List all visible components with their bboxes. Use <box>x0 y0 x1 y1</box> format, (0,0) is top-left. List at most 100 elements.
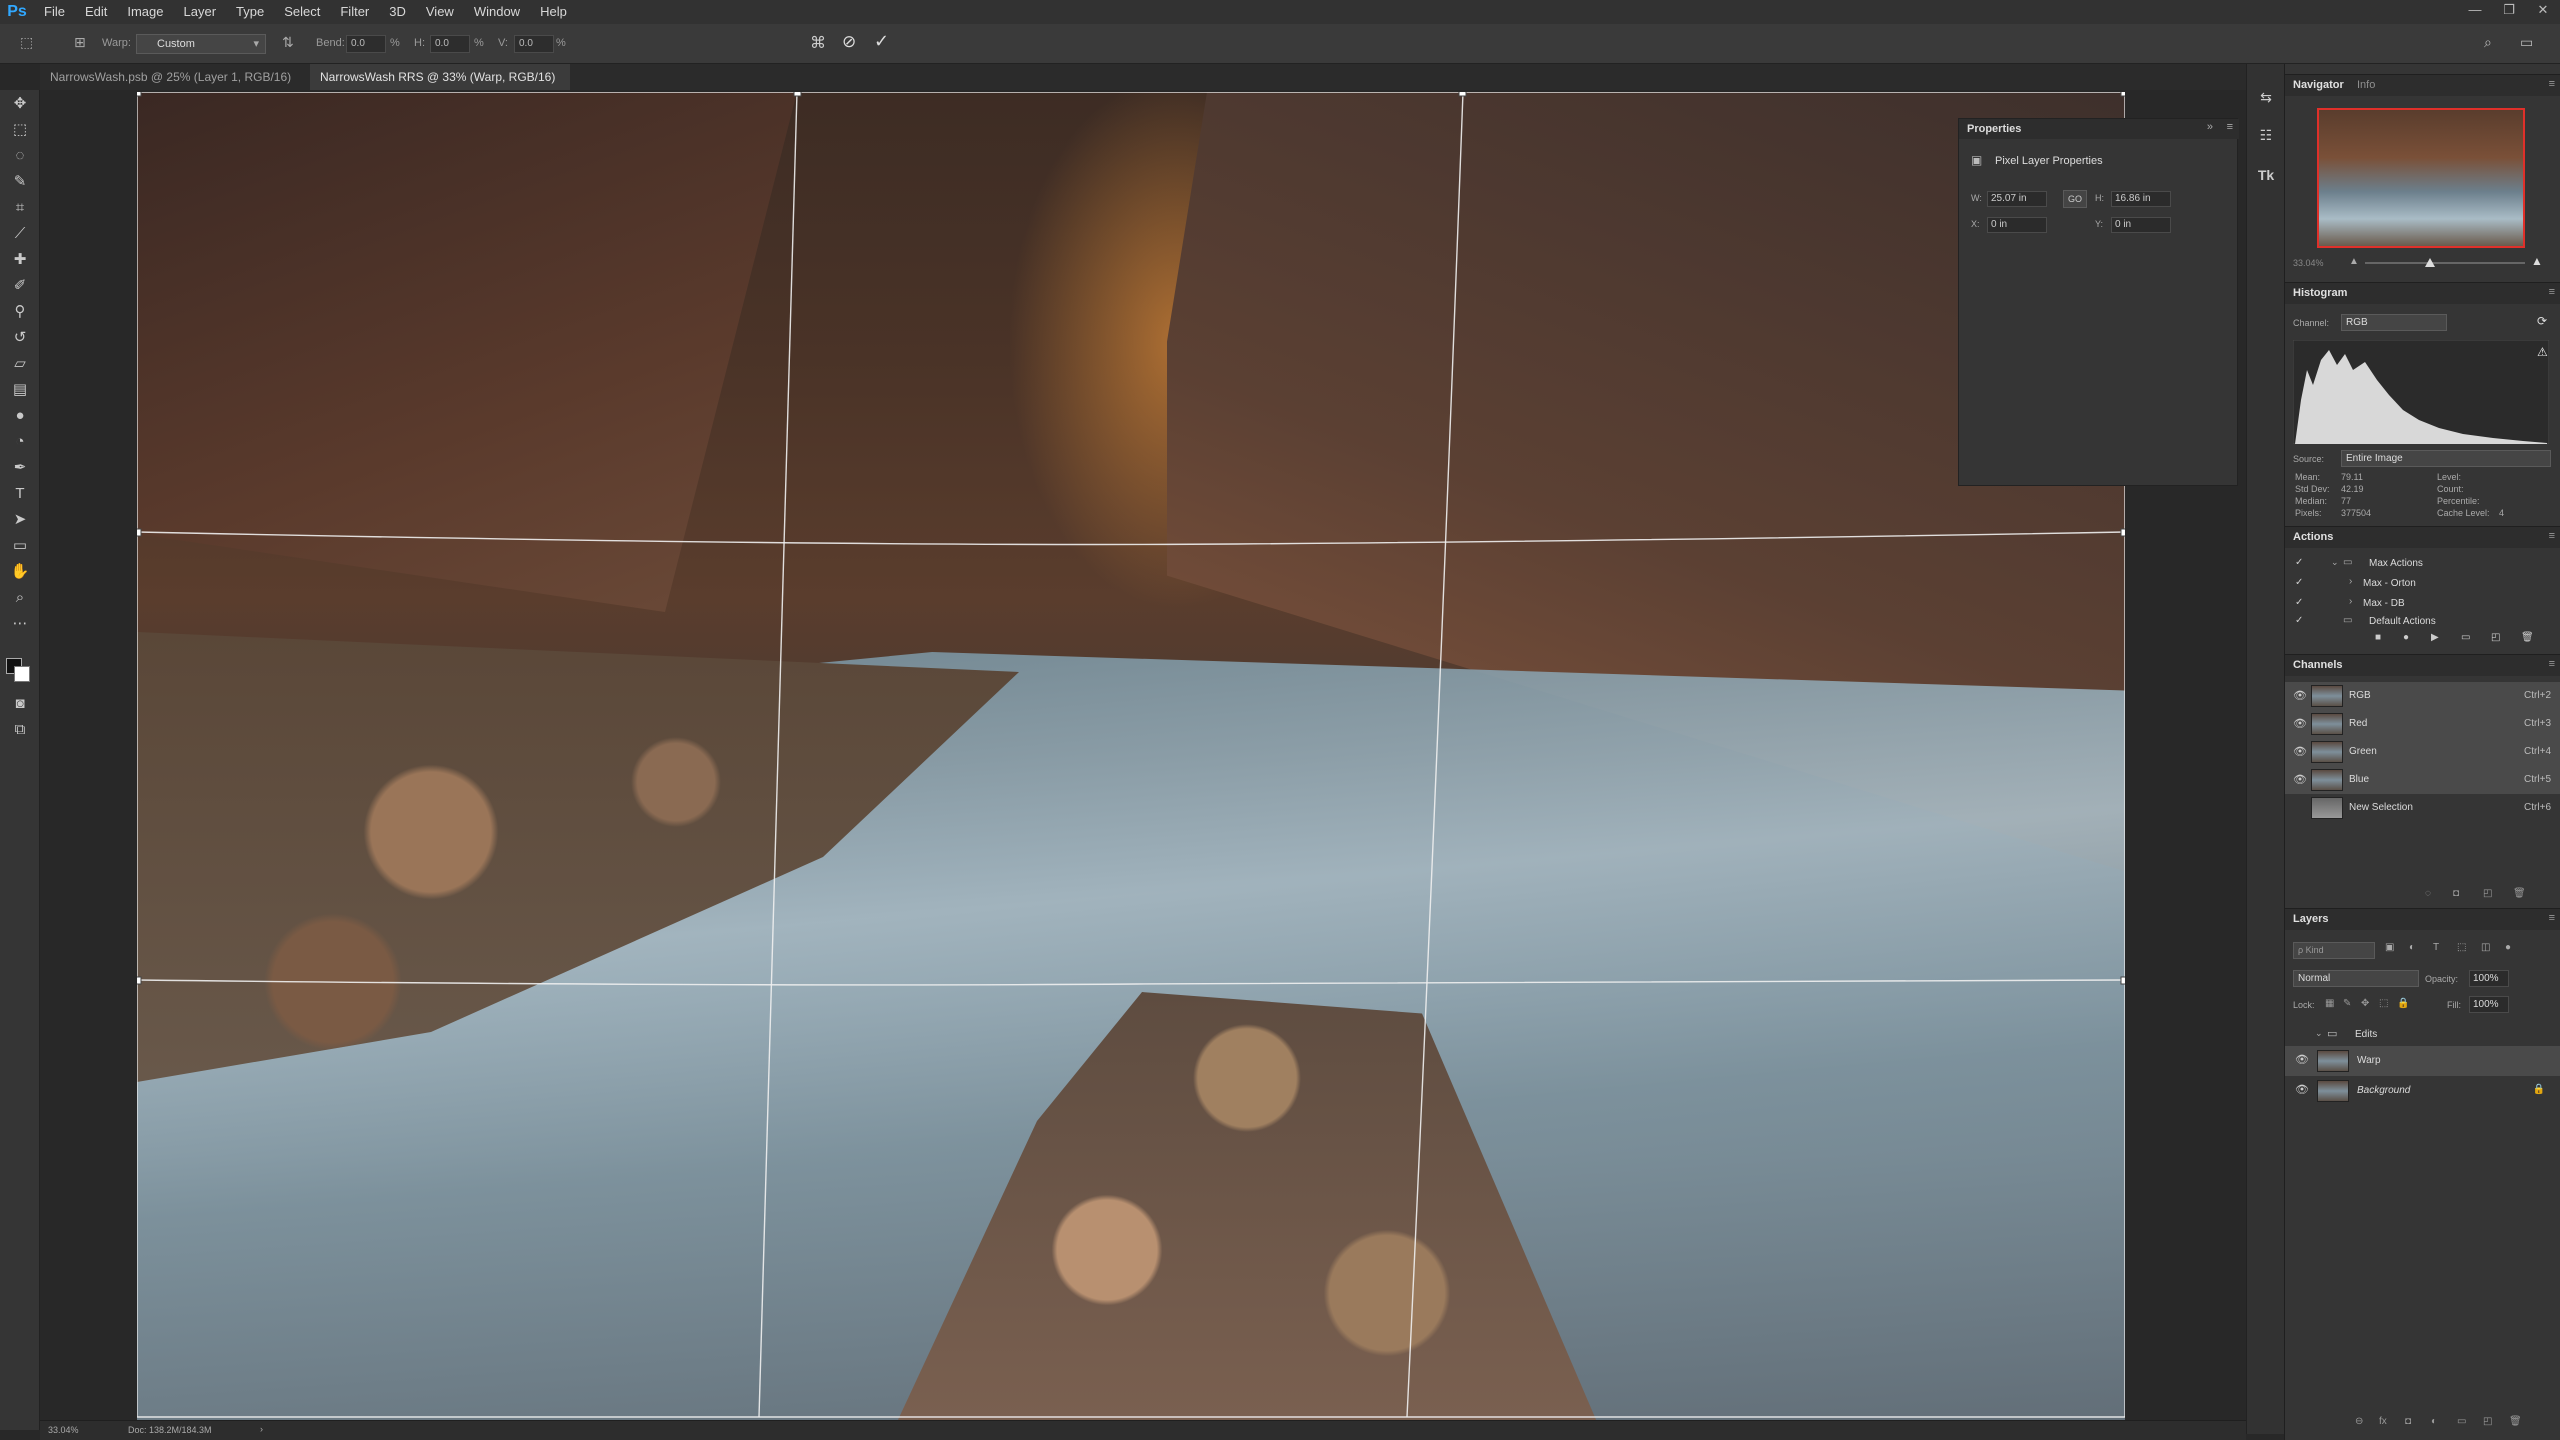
y-field[interactable]: 0 in <box>2111 217 2171 233</box>
load-selection-icon[interactable]: ◌ <box>2425 888 2431 899</box>
document-canvas[interactable] <box>40 90 2236 1420</box>
lock-position-icon[interactable]: ✥ <box>2361 998 2369 1009</box>
menu-view[interactable]: View <box>416 0 464 24</box>
action-item[interactable]: ✓ ▭ Default Actions <box>2285 614 2560 628</box>
layers-title[interactable]: Layers <box>2293 913 2328 925</box>
tk-plugin-icon[interactable]: Tk <box>2255 164 2277 186</box>
link-layers-icon[interactable]: ⊖ <box>2355 1416 2363 1427</box>
layer-row-background[interactable]: 👁 Background 🔒 <box>2285 1076 2560 1106</box>
lock-artboard-icon[interactable]: ⬚ <box>2379 998 2388 1009</box>
check-icon[interactable]: ✓ <box>2295 597 2303 608</box>
zoom-tool-icon[interactable]: ⌕ <box>8 586 32 610</box>
zoom-in-icon[interactable]: ▲ <box>2531 254 2543 268</box>
delete-icon[interactable]: 🗑 <box>2521 632 2534 643</box>
quick-mask-icon[interactable]: ◙ <box>8 692 32 716</box>
record-icon[interactable]: ● <box>2403 632 2409 643</box>
channel-row-new-selection[interactable]: New Selection Ctrl+6 <box>2285 794 2560 822</box>
restore-button[interactable]: ❐ <box>2492 0 2526 22</box>
visibility-eye-icon[interactable]: 👁 <box>2293 689 2307 702</box>
visibility-eye-icon[interactable]: 👁 <box>2295 1053 2309 1066</box>
new-action-icon[interactable]: ◰ <box>2491 632 2500 643</box>
clone-stamp-tool-icon[interactable]: ⚲ <box>8 300 32 324</box>
histogram-channel-select[interactable]: RGB <box>2341 314 2447 331</box>
bend-input[interactable]: 0.0 <box>346 35 386 53</box>
actions-menu-icon[interactable]: ≡ <box>2549 530 2555 542</box>
status-zoom[interactable]: 33.04% <box>48 1425 79 1435</box>
filter-toggle-icon[interactable]: ● <box>2505 942 2511 953</box>
move-tool-icon[interactable]: ✥ <box>8 92 32 116</box>
height-field[interactable]: 16.86 in <box>2111 191 2171 207</box>
eraser-tool-icon[interactable]: ▱ <box>8 352 32 376</box>
background-color-swatch[interactable] <box>14 666 30 682</box>
actions-title[interactable]: Actions <box>2293 531 2333 543</box>
action-item[interactable]: ✓ › Max - Orton <box>2285 574 2560 594</box>
menu-edit[interactable]: Edit <box>75 0 117 24</box>
gradient-tool-icon[interactable]: ▤ <box>8 378 32 402</box>
new-layer-icon[interactable]: ◰ <box>2483 1416 2492 1427</box>
layers-menu-icon[interactable]: ≡ <box>2549 912 2555 924</box>
x-field[interactable]: 0 in <box>1987 217 2047 233</box>
visibility-eye-icon[interactable]: 👁 <box>2293 717 2307 730</box>
menu-3d[interactable]: 3D <box>379 0 416 24</box>
menu-filter[interactable]: Filter <box>330 0 379 24</box>
layer-row-warp[interactable]: 👁 Warp <box>2285 1046 2560 1076</box>
change-orientation-icon[interactable]: ⇅ <box>282 34 294 51</box>
menu-select[interactable]: Select <box>274 0 330 24</box>
refresh-icon[interactable]: ⟳ <box>2537 314 2547 328</box>
history-brush-tool-icon[interactable]: ↺ <box>8 326 32 350</box>
warp-grid[interactable] <box>137 92 2125 1420</box>
workspace-icon[interactable]: ▭ <box>2520 34 2533 51</box>
navigator-tab[interactable]: Navigator <box>2293 79 2344 91</box>
tab-narrowswash-rrs[interactable]: NarrowsWash RRS @ 33% (Warp, RGB/16) *× <box>310 64 570 110</box>
delete-layer-icon[interactable]: 🗑 <box>2509 1416 2522 1427</box>
blend-mode-select[interactable]: Normal <box>2293 970 2419 987</box>
channel-row-blue[interactable]: 👁 Blue Ctrl+5 <box>2285 766 2560 794</box>
eyedropper-tool-icon[interactable]: ⟋ <box>8 222 32 246</box>
menu-window[interactable]: Window <box>464 0 530 24</box>
warp-grid-icon[interactable]: ⊞ <box>74 34 86 51</box>
path-selection-tool-icon[interactable]: ➤ <box>8 508 32 532</box>
commit-transform-icon[interactable]: ✓ <box>874 31 889 52</box>
visibility-eye-icon[interactable]: 👁 <box>2295 1083 2309 1096</box>
navigator-zoom[interactable]: 33.04% <box>2293 258 2324 268</box>
tab-narrowswash-psb[interactable]: NarrowsWash.psb @ 25% (Layer 1, RGB/16) … <box>40 64 302 110</box>
properties-icon[interactable]: ☷ <box>2255 124 2277 146</box>
visibility-eye-icon[interactable]: 👁 <box>2293 773 2307 786</box>
navigator-preview[interactable] <box>2317 108 2525 248</box>
healing-brush-tool-icon[interactable]: ✚ <box>8 248 32 272</box>
fx-icon[interactable]: fx <box>2379 1416 2387 1427</box>
close-window-button[interactable]: ✕ <box>2526 0 2560 22</box>
channels-menu-icon[interactable]: ≡ <box>2549 658 2555 670</box>
chevron-right-icon[interactable]: › <box>2349 596 2352 607</box>
stop-icon[interactable]: ■ <box>2375 632 2381 643</box>
delete-channel-icon[interactable]: 🗑 <box>2513 888 2526 899</box>
add-mask-icon[interactable]: ◘ <box>2405 1416 2411 1427</box>
cancel-transform-icon[interactable]: ⊘ <box>842 32 856 52</box>
adjustment-layer-icon[interactable]: ◐ <box>2431 1416 2437 1427</box>
pixel-filter-icon[interactable]: ▣ <box>2385 942 2394 953</box>
smart-object-filter-icon[interactable]: ◫ <box>2481 942 2490 953</box>
new-set-icon[interactable]: ▭ <box>2461 632 2470 643</box>
type-filter-icon[interactable]: T <box>2433 942 2439 953</box>
lock-pixels-icon[interactable]: ✎ <box>2343 998 2351 1009</box>
save-selection-icon[interactable]: ◘ <box>2453 888 2459 899</box>
lock-all-icon[interactable]: 🔒 <box>2397 998 2409 1009</box>
info-tab[interactable]: Info <box>2357 79 2375 91</box>
histogram-menu-icon[interactable]: ≡ <box>2549 286 2555 298</box>
zoom-out-icon[interactable]: ▲ <box>2349 256 2359 267</box>
chevron-right-icon[interactable]: › <box>2349 576 2352 587</box>
lock-transparency-icon[interactable]: ▦ <box>2325 998 2334 1009</box>
width-field[interactable]: 25.07 in <box>1987 191 2047 207</box>
adjustment-filter-icon[interactable]: ◐ <box>2409 942 2415 953</box>
check-icon[interactable]: ✓ <box>2295 615 2303 626</box>
play-icon[interactable]: ▶ <box>2431 632 2439 643</box>
layer-kind-filter[interactable]: ρ Kind <box>2293 942 2375 959</box>
channels-title[interactable]: Channels <box>2293 659 2343 671</box>
chevron-down-icon[interactable]: ⌄ <box>2331 557 2339 568</box>
new-group-icon[interactable]: ▭ <box>2457 1416 2466 1427</box>
marquee-tool-icon[interactable]: ⬚ <box>8 118 32 142</box>
screen-mode-icon[interactable]: ⧉ <box>8 718 32 742</box>
history-icon[interactable]: ⇆ <box>2255 86 2277 108</box>
menu-layer[interactable]: Layer <box>174 0 227 24</box>
quick-select-tool-icon[interactable]: ✎ <box>8 170 32 194</box>
